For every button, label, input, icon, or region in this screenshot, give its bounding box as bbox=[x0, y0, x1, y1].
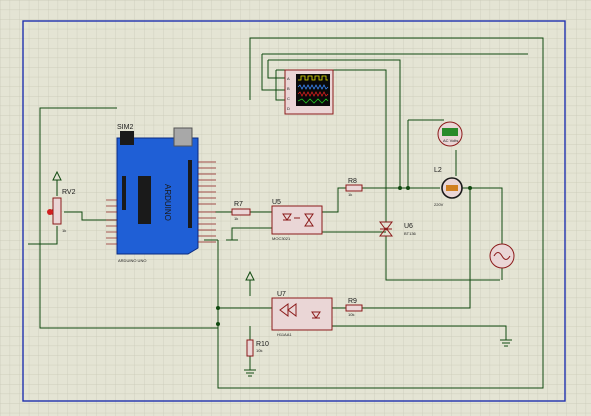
scope-channel-c: C bbox=[287, 96, 290, 101]
schematic-canvas: A B C D ARDUINO SIM2 ARDUINO UNO RV2 1k … bbox=[0, 0, 591, 416]
r8-ref: R8 bbox=[348, 178, 357, 185]
optocoupler-u7[interactable]: U7 H11AA1 bbox=[271, 291, 333, 337]
scope-channel-b: B bbox=[287, 86, 290, 91]
rv2-ref: RV2 bbox=[62, 189, 76, 196]
r9-value: 10k bbox=[348, 312, 354, 317]
voltmeter-label: AC Volts bbox=[443, 138, 458, 143]
r7-ref: R7 bbox=[234, 201, 243, 208]
r10-ref: R10 bbox=[256, 341, 269, 348]
r9-ref: R9 bbox=[348, 298, 357, 305]
r8-value: 1k bbox=[348, 192, 352, 197]
r10-value: 10k bbox=[256, 348, 262, 353]
u7-part: H11AA1 bbox=[277, 332, 292, 337]
scope-channel-a: A bbox=[287, 76, 290, 81]
arduino-brand: ARDUINO bbox=[163, 184, 172, 221]
arduino-ref: SIM2 bbox=[117, 124, 133, 131]
l2-ref: L2 bbox=[434, 167, 442, 174]
u6-ref: U6 bbox=[404, 223, 413, 230]
scope-channel-d: D bbox=[287, 106, 290, 111]
r7-value: 1k bbox=[234, 216, 238, 221]
rv2-value: 1k bbox=[62, 228, 66, 233]
ac-voltmeter[interactable]: AC Volts bbox=[437, 121, 463, 147]
u7-ref: U7 bbox=[277, 291, 286, 298]
arduino-subtitle: ARDUINO UNO bbox=[118, 258, 146, 263]
u5-ref: U5 bbox=[272, 199, 281, 206]
u5-part: MOC3021 bbox=[272, 236, 291, 241]
u6-part: BT136 bbox=[404, 231, 417, 236]
ac-source[interactable] bbox=[489, 243, 515, 269]
oscilloscope[interactable]: A B C D bbox=[284, 69, 334, 115]
l2-value: 220V bbox=[434, 202, 444, 207]
